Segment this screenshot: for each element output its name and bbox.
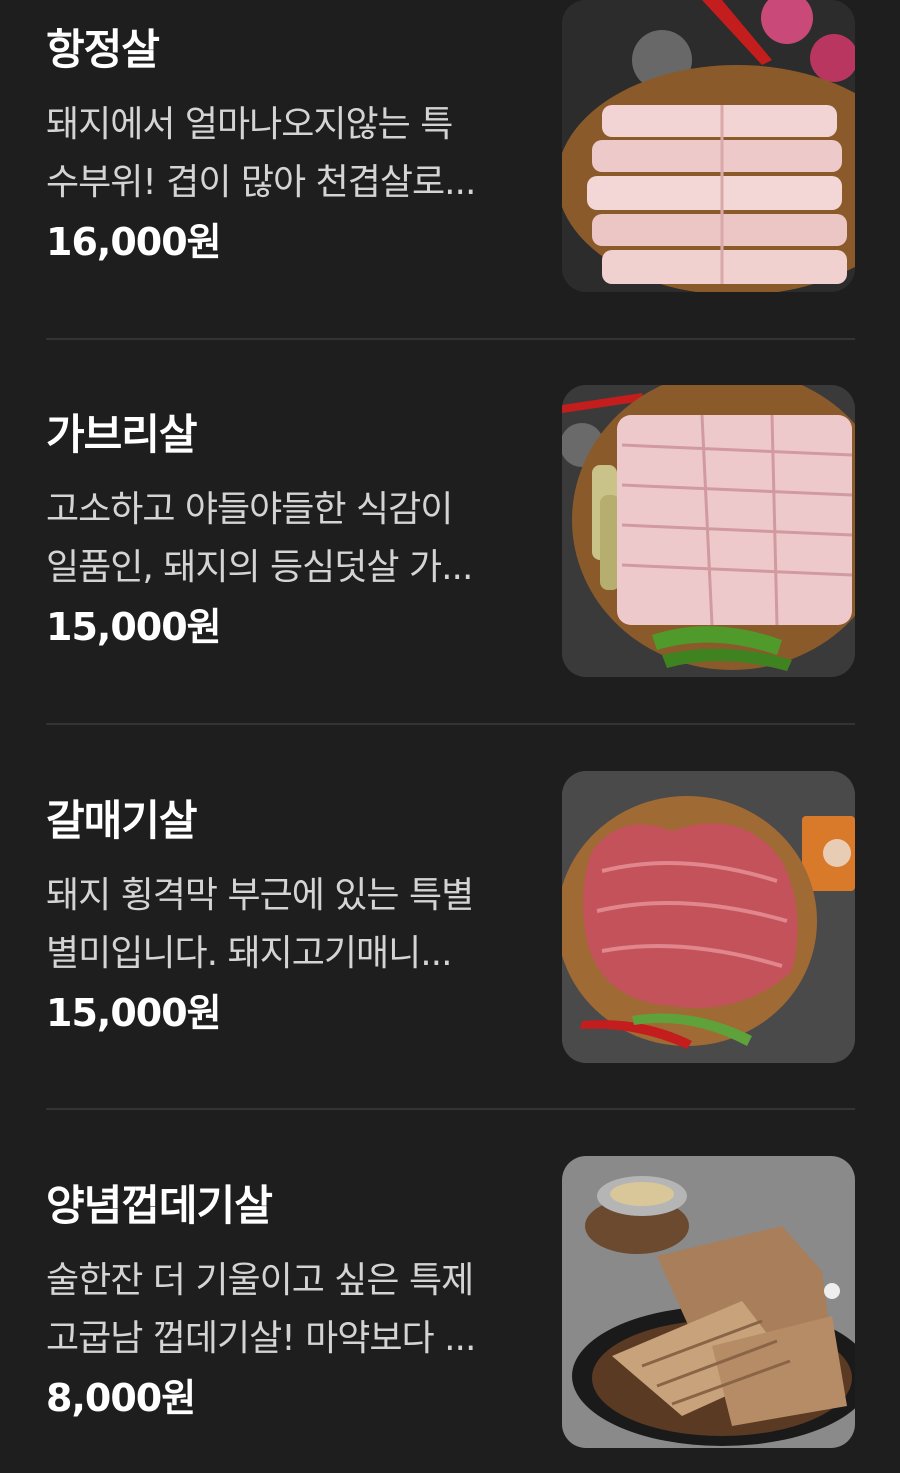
menu-item-yangnyeom-kkeopdegisal[interactable]: 양념껍데기살 술한잔 더 기울이고 싶은 특제 고굽남 껍데기살! 마약보다 .…	[0, 1156, 900, 1448]
menu-item-name: 갈매기살	[46, 796, 198, 845]
menu-item-price: 8,000원	[46, 1376, 196, 1420]
sliced-pork-neck-image	[562, 385, 855, 677]
menu-item-gabrisal[interactable]: 가브리살 고소하고 야들야들한 식감이 일품인, 돼지의 등심덧살 가... 1…	[0, 385, 900, 677]
menu-item-galmaegisal[interactable]: 갈매기살 돼지 횡격막 부근에 있는 특별 별미입니다. 돼지고기매니... 1…	[0, 771, 900, 1063]
menu-item-price: 15,000원	[46, 991, 222, 1035]
description-line: 돼지에서 얼마나오지않는 특	[46, 104, 453, 145]
sliced-pork-jowl-image	[562, 0, 855, 292]
menu-item-description: 돼지에서 얼마나오지않는 특 수부위! 겹이 많아 천겹살로...	[46, 96, 516, 212]
menu-item-price: 15,000원	[46, 605, 222, 649]
pork-skirt-meat-image	[562, 771, 855, 1063]
menu-item-photo[interactable]	[562, 1156, 855, 1448]
divider	[46, 1108, 855, 1110]
divider	[46, 338, 855, 340]
description-line: 일품인, 돼지의 등심덧살 가...	[46, 547, 473, 588]
seasoned-pork-skin-image	[562, 1156, 855, 1448]
menu-item-description: 돼지 횡격막 부근에 있는 특별 별미입니다. 돼지고기매니...	[46, 867, 516, 983]
menu-list: 항정살 돼지에서 얼마나오지않는 특 수부위! 겹이 많아 천겹살로... 16…	[0, 0, 900, 1473]
divider	[46, 723, 855, 725]
description-line: 돼지 횡격막 부근에 있는 특별	[46, 875, 474, 916]
menu-item-name: 양념껍데기살	[46, 1181, 273, 1230]
menu-item-photo[interactable]	[562, 385, 855, 677]
description-line: 수부위! 겹이 많아 천겹살로...	[46, 162, 476, 203]
menu-item-price: 16,000원	[46, 220, 222, 264]
menu-item-description: 술한잔 더 기울이고 싶은 특제 고굽남 껍데기살! 마약보다 ...	[46, 1252, 516, 1368]
menu-item-photo[interactable]	[562, 0, 855, 292]
menu-item-name: 가브리살	[46, 410, 198, 459]
description-line: 고소하고 야들야들한 식감이	[46, 489, 453, 530]
menu-item-hangjeongsal[interactable]: 항정살 돼지에서 얼마나오지않는 특 수부위! 겹이 많아 천겹살로... 16…	[0, 0, 900, 292]
description-line: 술한잔 더 기울이고 싶은 특제	[46, 1260, 474, 1301]
description-line: 별미입니다. 돼지고기매니...	[46, 933, 453, 974]
menu-item-description: 고소하고 야들야들한 식감이 일품인, 돼지의 등심덧살 가...	[46, 481, 516, 597]
menu-item-photo[interactable]	[562, 771, 855, 1063]
description-line: 고굽남 껍데기살! 마약보다 ...	[46, 1318, 476, 1359]
menu-item-name: 항정살	[46, 25, 160, 74]
